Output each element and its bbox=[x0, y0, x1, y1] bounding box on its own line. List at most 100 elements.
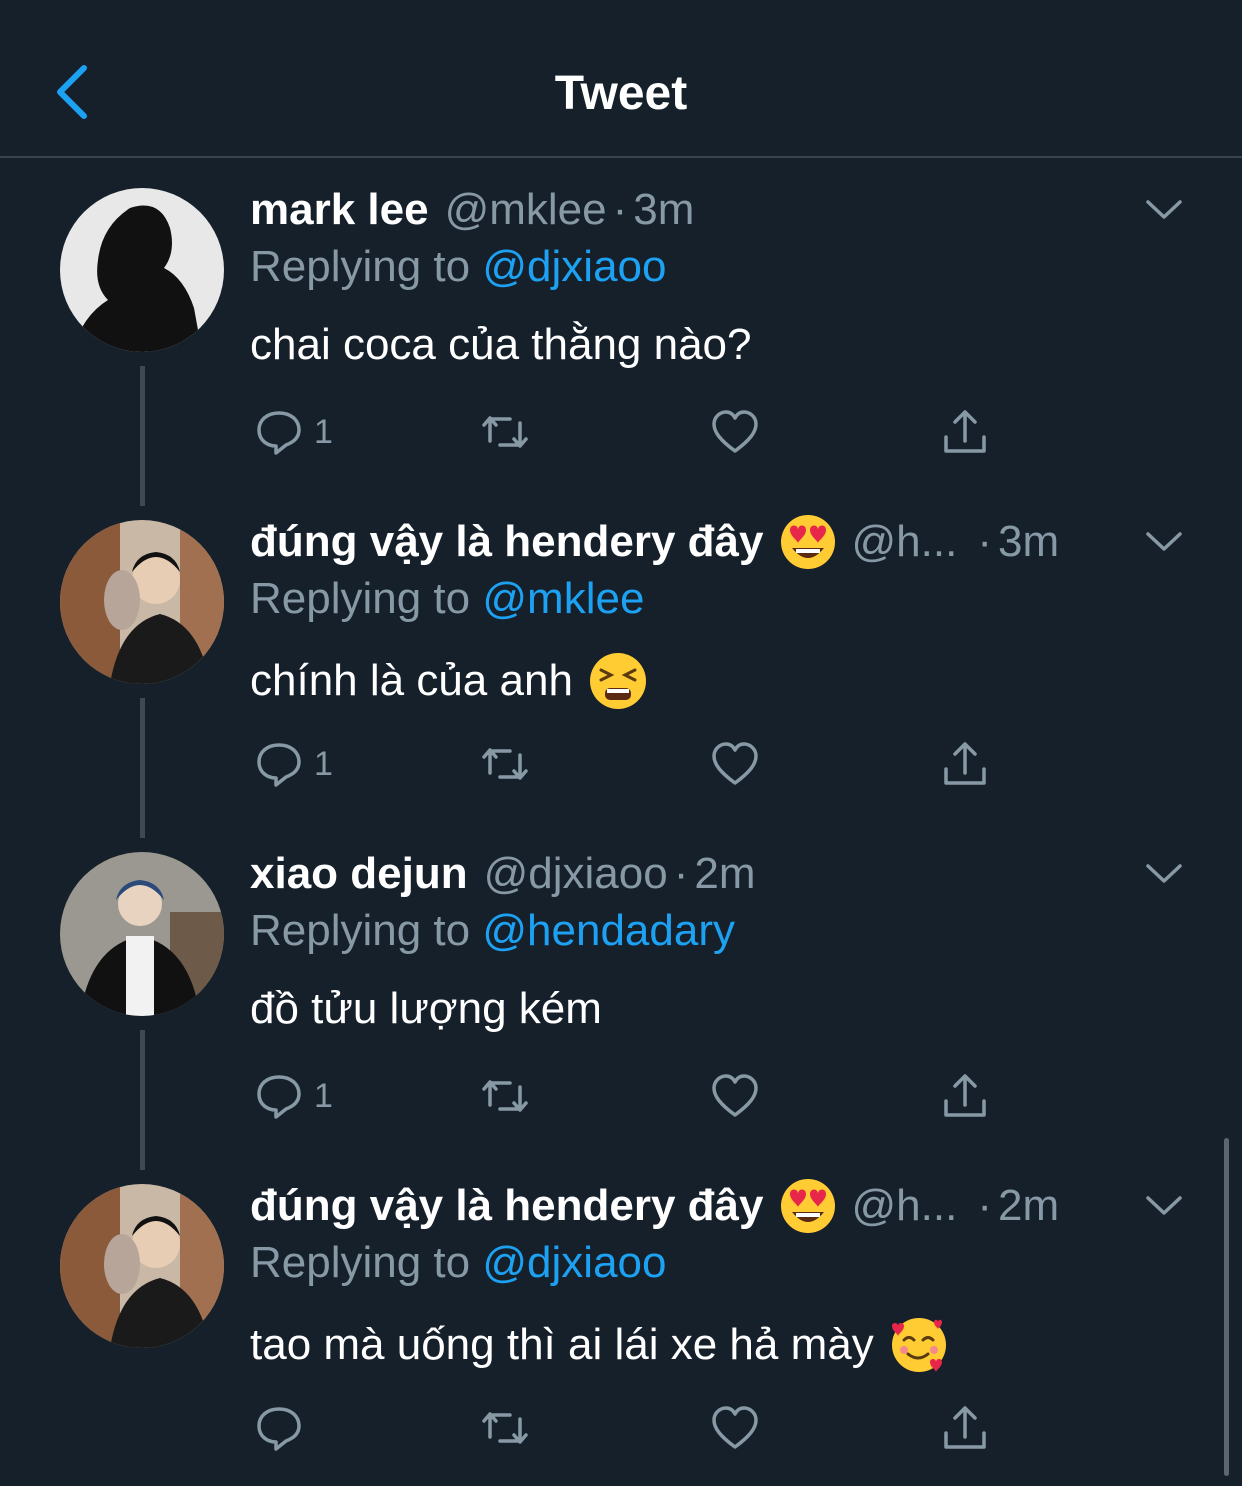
reply-mention-link[interactable]: @mklee bbox=[482, 574, 644, 623]
retweet-button[interactable] bbox=[480, 1398, 530, 1458]
separator-dot: · bbox=[612, 185, 628, 234]
top-navigation-bar: Tweet bbox=[0, 0, 1242, 158]
chevron-down-icon[interactable] bbox=[1144, 198, 1184, 222]
tweet-item[interactable]: đúng vậy là hendery đây @h... · 2m Reply… bbox=[0, 1154, 1242, 1486]
share-button[interactable] bbox=[940, 402, 990, 462]
user-handle: @djxiaoo bbox=[483, 849, 668, 898]
scrollbar[interactable] bbox=[1224, 1138, 1229, 1476]
replying-to-line: Replying to @djxiaoo bbox=[250, 242, 666, 292]
reply-bubble-icon bbox=[257, 1407, 301, 1451]
retweet-icon bbox=[482, 1080, 528, 1112]
share-button[interactable] bbox=[940, 734, 990, 794]
tweet-actions: 1 bbox=[254, 734, 1054, 794]
tweet-header: đúng vậy là hendery đây @h... · 2m bbox=[250, 1178, 1112, 1234]
display-name[interactable]: xiao dejun bbox=[250, 849, 468, 899]
reply-count: 1 bbox=[314, 412, 333, 451]
heart-icon bbox=[712, 410, 758, 453]
timestamp: 2m bbox=[694, 849, 756, 898]
like-button[interactable] bbox=[710, 1066, 760, 1126]
retweet-button[interactable] bbox=[480, 402, 530, 462]
tweet-item[interactable]: xiao dejun @djxiaoo · 2m Replying to @he… bbox=[0, 822, 1242, 1170]
replying-to-label: Replying to bbox=[250, 1238, 471, 1287]
tweet-text-content: đồ tửu lượng kém bbox=[250, 984, 602, 1033]
chevron-down-icon[interactable] bbox=[1144, 862, 1184, 886]
tweet-text-content: tao mà uống thì ai lái xe hả mày bbox=[250, 1320, 874, 1369]
tweet-text-content: chai coca của thằng nào? bbox=[250, 320, 752, 369]
tweet-header: đúng vậy là hendery đây @h... · 3m bbox=[250, 514, 1112, 570]
tired-face-emoji-icon bbox=[588, 652, 647, 710]
reply-button[interactable] bbox=[254, 1398, 304, 1458]
separator-dot: · bbox=[977, 1181, 992, 1230]
thread-connector-line bbox=[140, 698, 145, 838]
tweet-actions: 1 bbox=[254, 402, 1054, 462]
share-icon bbox=[944, 742, 986, 785]
share-button[interactable] bbox=[940, 1398, 990, 1458]
share-icon bbox=[944, 410, 986, 453]
chevron-down-icon[interactable] bbox=[1144, 530, 1184, 554]
user-handle: @h... bbox=[851, 517, 958, 566]
tweet-header: xiao dejun @djxiaoo · 2m bbox=[250, 846, 1112, 902]
like-button[interactable] bbox=[710, 734, 760, 794]
avatar-person-jacket-icon[interactable] bbox=[60, 852, 224, 1016]
reply-bubble-icon bbox=[257, 1075, 301, 1119]
timestamp: 2m bbox=[997, 1181, 1060, 1230]
retweet-button[interactable] bbox=[480, 1066, 530, 1126]
replying-to-label: Replying to bbox=[250, 574, 471, 623]
display-name[interactable]: mark lee bbox=[250, 185, 429, 235]
chevron-down-icon[interactable] bbox=[1144, 1194, 1184, 1218]
timestamp: 3m bbox=[997, 517, 1060, 566]
page-title: Tweet bbox=[554, 67, 688, 120]
reply-mention-link[interactable]: @hendadary bbox=[482, 906, 735, 955]
user-handle: @h... bbox=[851, 1181, 958, 1230]
tweet-actions: 1 bbox=[254, 1066, 1054, 1126]
reply-button[interactable]: 1 bbox=[254, 1066, 333, 1126]
replying-to-label: Replying to bbox=[250, 242, 471, 291]
separator-dot: · bbox=[977, 517, 992, 566]
reply-mention-link[interactable]: @djxiaoo bbox=[482, 242, 666, 291]
share-icon bbox=[944, 1406, 986, 1449]
heart-eyes-emoji-icon bbox=[780, 1179, 835, 1233]
reply-mention-link[interactable]: @djxiaoo bbox=[482, 1238, 666, 1287]
reply-count: 1 bbox=[314, 744, 333, 783]
separator-dot: · bbox=[673, 849, 689, 898]
reply-bubble-icon bbox=[257, 743, 301, 787]
display-name[interactable]: đúng vậy là hendery đây bbox=[250, 517, 764, 567]
retweet-icon bbox=[482, 1412, 528, 1444]
tweet-item[interactable]: đúng vậy là hendery đây @h... · 3m Reply… bbox=[0, 490, 1242, 838]
replying-to-line: Replying to @mklee bbox=[250, 574, 644, 624]
tweet-text: đồ tửu lượng kém bbox=[250, 984, 602, 1034]
tweet-text: chính là của anh bbox=[250, 652, 647, 710]
reply-button[interactable]: 1 bbox=[254, 402, 333, 462]
smiling-face-with-hearts-emoji-icon bbox=[890, 1316, 948, 1374]
tweet-item[interactable]: mark lee @mklee · 3m Replying to @djxiao… bbox=[0, 158, 1242, 506]
tweet-actions bbox=[254, 1398, 1054, 1458]
avatar-silhouette-icon[interactable] bbox=[60, 188, 224, 352]
timestamp: 3m bbox=[633, 185, 695, 234]
replying-to-label: Replying to bbox=[250, 906, 471, 955]
tweet-header: mark lee @mklee · 3m bbox=[250, 182, 1112, 238]
display-name[interactable]: đúng vậy là hendery đây bbox=[250, 1181, 764, 1231]
retweet-icon bbox=[482, 416, 528, 448]
share-icon bbox=[944, 1074, 986, 1117]
heart-eyes-emoji-icon bbox=[780, 515, 835, 569]
thread-connector-line bbox=[140, 366, 145, 506]
heart-icon bbox=[712, 1406, 758, 1449]
tweet-text: chai coca của thằng nào? bbox=[250, 320, 752, 370]
tweet-text-content: chính là của anh bbox=[250, 656, 573, 705]
tweet-text: tao mà uống thì ai lái xe hả mày bbox=[250, 1316, 948, 1374]
reply-bubble-icon bbox=[257, 411, 301, 455]
retweet-icon bbox=[482, 748, 528, 780]
like-button[interactable] bbox=[710, 402, 760, 462]
like-button[interactable] bbox=[710, 1398, 760, 1458]
reply-button[interactable]: 1 bbox=[254, 734, 333, 794]
avatar-person-with-cat-icon[interactable] bbox=[60, 520, 224, 684]
replying-to-line: Replying to @djxiaoo bbox=[250, 1238, 666, 1288]
thread-connector-line bbox=[140, 1030, 145, 1170]
user-handle: @mklee bbox=[444, 185, 607, 234]
heart-icon bbox=[712, 742, 758, 785]
reply-count: 1 bbox=[314, 1076, 333, 1115]
retweet-button[interactable] bbox=[480, 734, 530, 794]
avatar-person-with-cat-icon[interactable] bbox=[60, 1184, 224, 1348]
share-button[interactable] bbox=[940, 1066, 990, 1126]
replying-to-line: Replying to @hendadary bbox=[250, 906, 735, 956]
